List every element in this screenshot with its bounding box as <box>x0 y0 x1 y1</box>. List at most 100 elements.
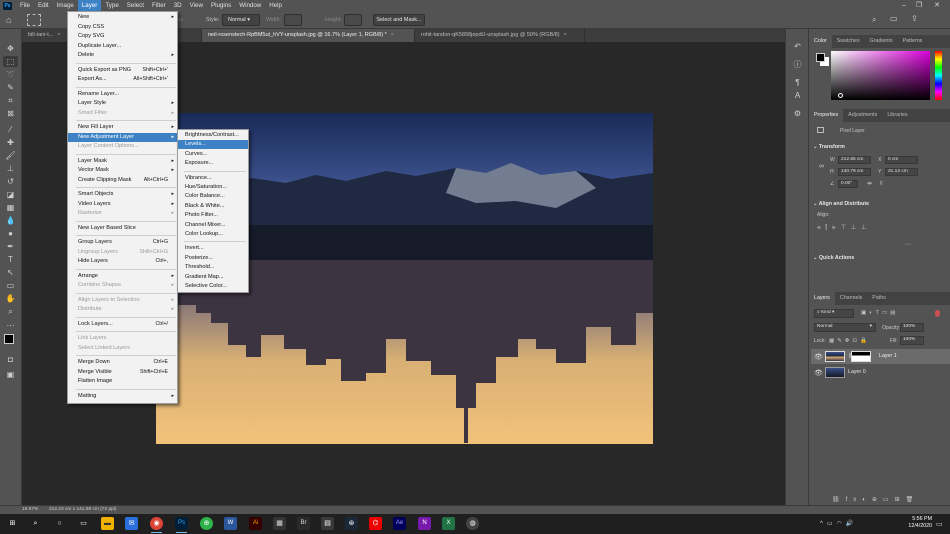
menu-type[interactable]: Type <box>101 0 122 11</box>
filter-toggle-icon[interactable] <box>935 310 940 317</box>
x-field[interactable]: 0 cm <box>885 156 918 164</box>
menu-layer[interactable]: Layer <box>77 0 102 11</box>
pen-tool-icon[interactable]: ✒ <box>3 241 18 252</box>
menu-item[interactable]: New Adjustment Layer ▸ <box>68 132 177 142</box>
menu-edit[interactable]: Edit <box>34 0 53 11</box>
document-tab[interactable]: neil-rosenstech-RpBM5ut_hVY-unsplash.jpg… <box>202 29 415 42</box>
blur-tool-icon[interactable]: 💧 <box>3 215 18 226</box>
menu-item[interactable]: New ▸ <box>68 13 177 22</box>
system-tray-icons[interactable]: ^▭◠🔊 <box>820 520 857 527</box>
illustrator-icon[interactable]: Ai <box>249 517 262 530</box>
character-icon[interactable]: A <box>792 91 803 101</box>
submenu-item[interactable]: Exposure... <box>178 159 248 168</box>
photoshop-icon[interactable]: Ps <box>175 517 188 533</box>
history-icon[interactable]: ↶ <box>792 42 803 52</box>
menu-item[interactable]: Matting ▸ <box>68 392 177 401</box>
menu-select[interactable]: Select <box>123 0 148 11</box>
tab-layers[interactable]: Layers <box>809 292 835 305</box>
color-picker-handle[interactable] <box>838 93 843 98</box>
opacity-field[interactable]: 100% <box>900 323 924 332</box>
layer-row[interactable]: 👁 ⛓ Layer 1 <box>811 349 950 364</box>
path-selection-tool-icon[interactable]: ↖ <box>3 267 18 278</box>
flip-vertical-icon[interactable]: ⇳ <box>879 180 884 187</box>
clone-stamp-tool-icon[interactable]: ⊥ <box>3 163 18 174</box>
browser-icon[interactable]: ◍ <box>466 517 479 530</box>
rectangle-tool-icon[interactable]: ▭ <box>3 280 18 291</box>
menu-item[interactable]: Group Layers Ctrl+G <box>68 238 177 247</box>
menu-file[interactable]: File <box>16 0 34 11</box>
menu-item[interactable]: Vector Mask ▸ <box>68 166 177 175</box>
y-field[interactable]: 31.12 cm <box>885 168 918 176</box>
menu-item[interactable]: Rename Layer... <box>68 90 177 99</box>
menu-filter[interactable]: Filter <box>148 0 170 11</box>
screen-mode-icon[interactable]: ▣ <box>3 369 18 380</box>
menu-item[interactable]: Flatten Image <box>68 377 177 386</box>
eraser-tool-icon[interactable]: ◪ <box>3 189 18 200</box>
tab-channels[interactable]: Channels <box>835 292 867 305</box>
notifications-icon[interactable]: ▭ <box>936 520 943 528</box>
gradient-tool-icon[interactable]: ▦ <box>3 202 18 213</box>
share-icon[interactable]: ⇪ <box>911 14 918 23</box>
acrobat-icon[interactable]: ⌬ <box>369 517 382 530</box>
submenu-item[interactable]: Invert... <box>178 244 248 253</box>
chrome-icon[interactable]: ◉ <box>150 517 163 533</box>
submenu-item[interactable]: Channel Mixer... <box>178 221 248 230</box>
angle-field[interactable]: 0.00° <box>838 180 858 188</box>
menu-item[interactable]: Copy SVG <box>68 32 177 41</box>
menu-item[interactable]: Smart Objects ▸ <box>68 190 177 199</box>
close-icon[interactable]: ✕ <box>930 0 944 11</box>
menu-item[interactable]: New Layer Based Slice <box>68 224 177 233</box>
document-tab[interactable]: rohit-tandon-qK5898jepdU-unsplash.jpg @ … <box>415 29 585 42</box>
marquee-tool-icon[interactable]: ⬚ <box>3 56 18 67</box>
submenu-item[interactable]: Posterize... <box>178 254 248 263</box>
type-tool-icon[interactable]: T <box>3 254 18 265</box>
menu-item[interactable]: Hide Layers Ctrl+, <box>68 257 177 266</box>
submenu-item[interactable]: Vibrance... <box>178 174 248 183</box>
eyedropper-tool-icon[interactable]: ⁄ <box>3 124 18 135</box>
excel-icon[interactable]: X <box>442 517 455 530</box>
tab-gradients[interactable]: Gradients <box>865 35 898 48</box>
menu-item[interactable]: Layer Mask ▸ <box>68 157 177 166</box>
document-info[interactable]: 212.23 cm x 141.68 cm (72 ppi) <box>49 507 116 512</box>
style-select[interactable]: Normal ▾ <box>222 14 260 26</box>
menu-item[interactable]: Create Clipping Mask Alt+Ctrl+G <box>68 176 177 185</box>
workspace-icon[interactable]: ▭ <box>890 14 898 23</box>
layer-panel-actions[interactable]: ⛓fx◐⊕▭⊞🗑 <box>832 496 919 503</box>
submenu-item[interactable]: Threshold... <box>178 263 248 272</box>
menu-item[interactable]: Video Layers ▸ <box>68 200 177 209</box>
maximize-icon[interactable]: ❐ <box>912 0 926 11</box>
tab-close-icon[interactable]: × <box>57 32 60 38</box>
home-icon[interactable]: ⌂ <box>6 14 18 26</box>
tab-color[interactable]: Color <box>809 35 832 48</box>
tab-swatches[interactable]: Swatches <box>832 35 865 48</box>
search-icon[interactable]: ⌕ <box>872 15 876 25</box>
mail-icon[interactable]: ✉ <box>125 517 138 530</box>
hand-tool-icon[interactable]: ✋ <box>3 293 18 304</box>
height-input[interactable] <box>344 14 362 26</box>
layer-mask-thumbnail[interactable] <box>851 351 871 362</box>
task-view-icon[interactable]: ▭ <box>77 517 90 530</box>
crop-tool-icon[interactable]: ⌗ <box>3 95 18 106</box>
steam-icon[interactable]: ⊛ <box>345 517 358 530</box>
tab-properties[interactable]: Properties <box>809 109 844 122</box>
menu-window[interactable]: Window <box>235 0 265 11</box>
link-icon[interactable]: ∞ <box>819 163 824 170</box>
submenu-item[interactable]: Gradient Map... <box>178 273 248 282</box>
menu-3d[interactable]: 3D <box>170 0 186 11</box>
minimize-icon[interactable]: – <box>897 0 911 11</box>
visibility-eye-icon[interactable]: 👁 <box>814 353 823 361</box>
layer-row[interactable]: 👁 Layer 0 <box>811 365 950 380</box>
submenu-item[interactable]: Color Balance... <box>178 192 248 201</box>
fill-field[interactable]: 100% <box>900 336 924 345</box>
search-icon[interactable]: ⌕ <box>29 517 42 530</box>
submenu-item[interactable]: Levels... <box>178 140 248 150</box>
fg-color-swatch[interactable] <box>816 53 825 62</box>
hue-slider[interactable] <box>935 51 942 100</box>
quick-select-tool-icon[interactable]: ✎ <box>3 82 18 93</box>
info-icon[interactable]: ⓘ <box>792 60 803 70</box>
submenu-item[interactable]: Selective Color... <box>178 282 248 291</box>
word-icon[interactable]: W <box>224 517 237 530</box>
menu-item[interactable]: New Fill Layer ▸ <box>68 123 177 132</box>
submenu-item[interactable]: Black & White... <box>178 202 248 211</box>
layer-name[interactable]: Layer 1 <box>879 353 897 359</box>
